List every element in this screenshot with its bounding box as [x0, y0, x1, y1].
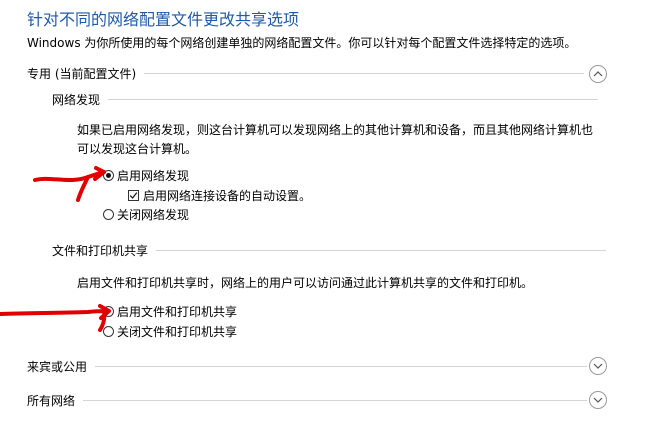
section-all-networks-header[interactable]: 所有网络 [27, 390, 587, 410]
expand-all-networks-button[interactable] [589, 391, 607, 409]
section-divider [144, 72, 585, 74]
radio-label: 启用文件和打印机共享 [117, 304, 238, 319]
radio-button-selected[interactable] [103, 169, 114, 181]
red-arrow-annotation [0, 304, 111, 332]
radio-button[interactable] [103, 208, 114, 220]
subsection-divider [108, 98, 599, 100]
section-guest-public-label: 来宾或公用 [27, 359, 88, 374]
chevron-down-icon [593, 397, 603, 403]
subsection-divider [156, 249, 607, 251]
checkbox-auto-setup[interactable]: 启用网络连接设备的自动设置。 [128, 186, 311, 204]
description-line: 可以发现这台计算机。 [77, 142, 198, 156]
expand-guest-public-button[interactable] [589, 357, 607, 375]
network-discovery-heading: 网络发现 [52, 92, 101, 107]
file-printer-sharing-description: 启用文件和打印机共享时，网络上的用户可以访问通过此计算机共享的文件和打印机。 [77, 276, 534, 290]
section-guest-public-header[interactable]: 来宾或公用 [27, 356, 587, 376]
section-all-networks-label: 所有网络 [27, 393, 76, 408]
radio-button[interactable] [103, 325, 114, 337]
file-printer-sharing-heading: 文件和打印机共享 [52, 243, 149, 258]
radio-disable-network-discovery[interactable]: 关闭网络发现 [103, 205, 189, 223]
radio-label: 关闭文件和打印机共享 [117, 324, 238, 339]
network-discovery-description: 如果已启用网络发现，则这台计算机可以发现网络上的其他计算机和设备，而且其他网络计… [77, 121, 607, 159]
radio-label: 启用网络发现 [117, 168, 190, 183]
radio-button[interactable] [103, 305, 114, 317]
section-private-header[interactable]: 专用 (当前配置文件) [27, 63, 587, 83]
section-divider [95, 365, 587, 367]
red-arrow-annotation [33, 166, 106, 202]
file-printer-sharing-header: 文件和打印机共享 [52, 240, 607, 260]
page-subtitle: Windows 为你所使用的每个网络创建单独的网络配置文件。你可以针对每个配置文… [27, 36, 577, 50]
page-title: 针对不同的网络配置文件更改共享选项 [27, 10, 300, 29]
chevron-down-icon [593, 363, 603, 369]
network-discovery-header: 网络发现 [52, 89, 599, 109]
collapse-private-button[interactable] [589, 65, 607, 83]
section-private-label: 专用 (当前配置文件) [27, 66, 137, 81]
checkmark-icon [129, 191, 138, 199]
description-line: 如果已启用网络发现，则这台计算机可以发现网络上的其他计算机和设备，而且其他网络计… [77, 123, 594, 137]
radio-enable-file-printer-sharing[interactable]: 启用文件和打印机共享 [103, 302, 237, 320]
radio-disable-file-printer-sharing[interactable]: 关闭文件和打印机共享 [103, 322, 237, 340]
checkbox-checked[interactable] [128, 189, 139, 201]
radio-label: 关闭网络发现 [117, 207, 190, 222]
checkbox-label: 启用网络连接设备的自动设置。 [143, 188, 312, 203]
section-divider [83, 399, 587, 401]
chevron-up-icon [593, 71, 603, 77]
radio-enable-network-discovery[interactable]: 启用网络发现 [103, 166, 189, 184]
